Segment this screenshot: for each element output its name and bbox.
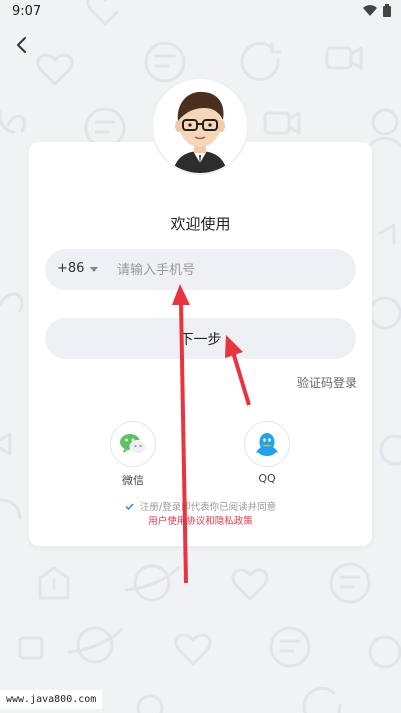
agreement-and-text: 和 xyxy=(205,516,215,527)
wifi-icon xyxy=(363,4,377,16)
wechat-icon-circle[interactable] xyxy=(110,421,156,467)
wechat-icon xyxy=(120,434,147,454)
avatar xyxy=(153,79,247,173)
qq-label: QQ xyxy=(258,472,276,485)
agreement-text: 注册/登录即代表你已阅读并同意 xyxy=(139,502,277,513)
agreement: 注册/登录即代表你已阅读并同意 用户使用协议和隐私政策 xyxy=(0,501,401,529)
wechat-login-button[interactable]: 微信 xyxy=(110,421,156,488)
phone-input[interactable] xyxy=(115,257,349,283)
status-bar: 9:07 xyxy=(0,0,401,24)
chevron-down-icon[interactable] xyxy=(90,267,98,272)
phone-field: +86 xyxy=(45,249,356,290)
checkbox-icon[interactable] xyxy=(125,502,134,511)
qq-login-button[interactable]: QQ xyxy=(244,421,290,485)
watermark: www.java800.com xyxy=(0,690,103,709)
qq-icon-circle[interactable] xyxy=(244,421,290,467)
sms-code-login-link[interactable]: 验证码登录 xyxy=(297,374,357,391)
status-icons xyxy=(363,4,391,17)
back-arrow-icon xyxy=(17,37,26,53)
qq-icon xyxy=(256,433,278,456)
privacy-policy-link[interactable]: 隐私政策 xyxy=(215,516,253,527)
country-code-selector[interactable]: +86 xyxy=(57,261,84,276)
welcome-title: 欢迎使用 xyxy=(170,215,231,233)
next-button[interactable]: 下一步 xyxy=(45,318,356,359)
status-time: 9:07 xyxy=(12,4,42,19)
wechat-label: 微信 xyxy=(122,474,144,487)
back-button[interactable] xyxy=(8,32,34,58)
battery-icon xyxy=(383,4,391,17)
user-agreement-link[interactable]: 用户使用协议 xyxy=(148,516,205,527)
avatar-illustration xyxy=(153,79,247,173)
